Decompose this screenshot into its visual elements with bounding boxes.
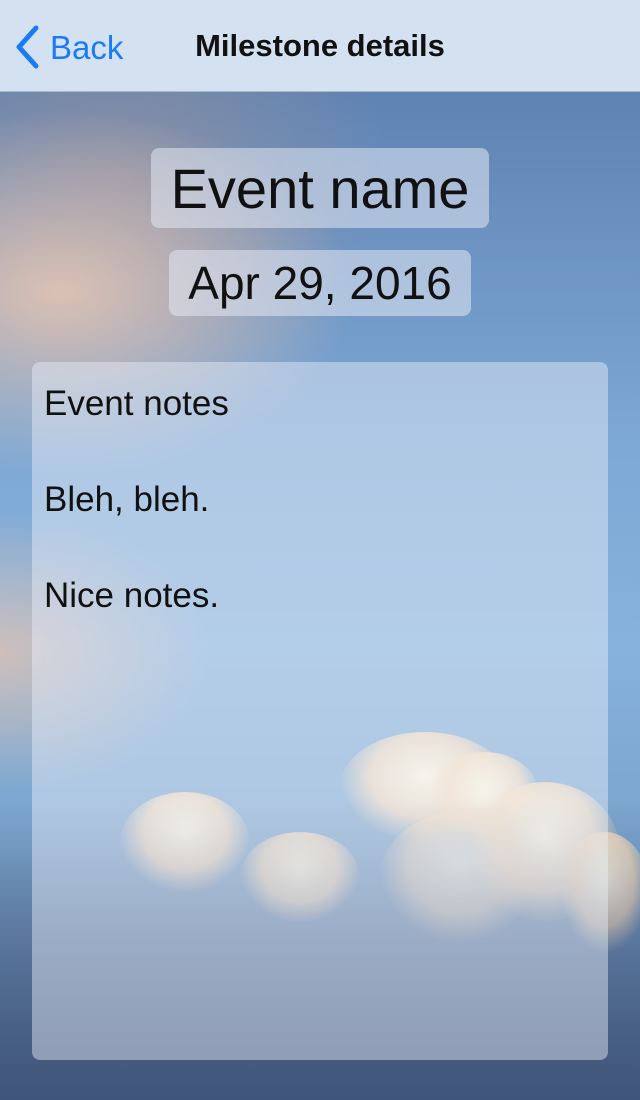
notes-line: Nice notes. <box>44 576 220 615</box>
page-title: Milestone details <box>195 28 445 63</box>
navigation-bar: Back Milestone details <box>0 0 640 92</box>
event-notes-textarea[interactable]: Event notes Bleh, bleh. Nice notes. <box>32 362 608 1060</box>
event-name-field[interactable]: Event name <box>151 148 489 228</box>
event-date-field[interactable]: Apr 29, 2016 <box>169 250 471 316</box>
notes-line <box>44 524 596 572</box>
notes-line <box>44 428 596 476</box>
notes-line: Bleh, bleh. <box>44 480 210 519</box>
notes-line: Event notes <box>44 384 229 423</box>
